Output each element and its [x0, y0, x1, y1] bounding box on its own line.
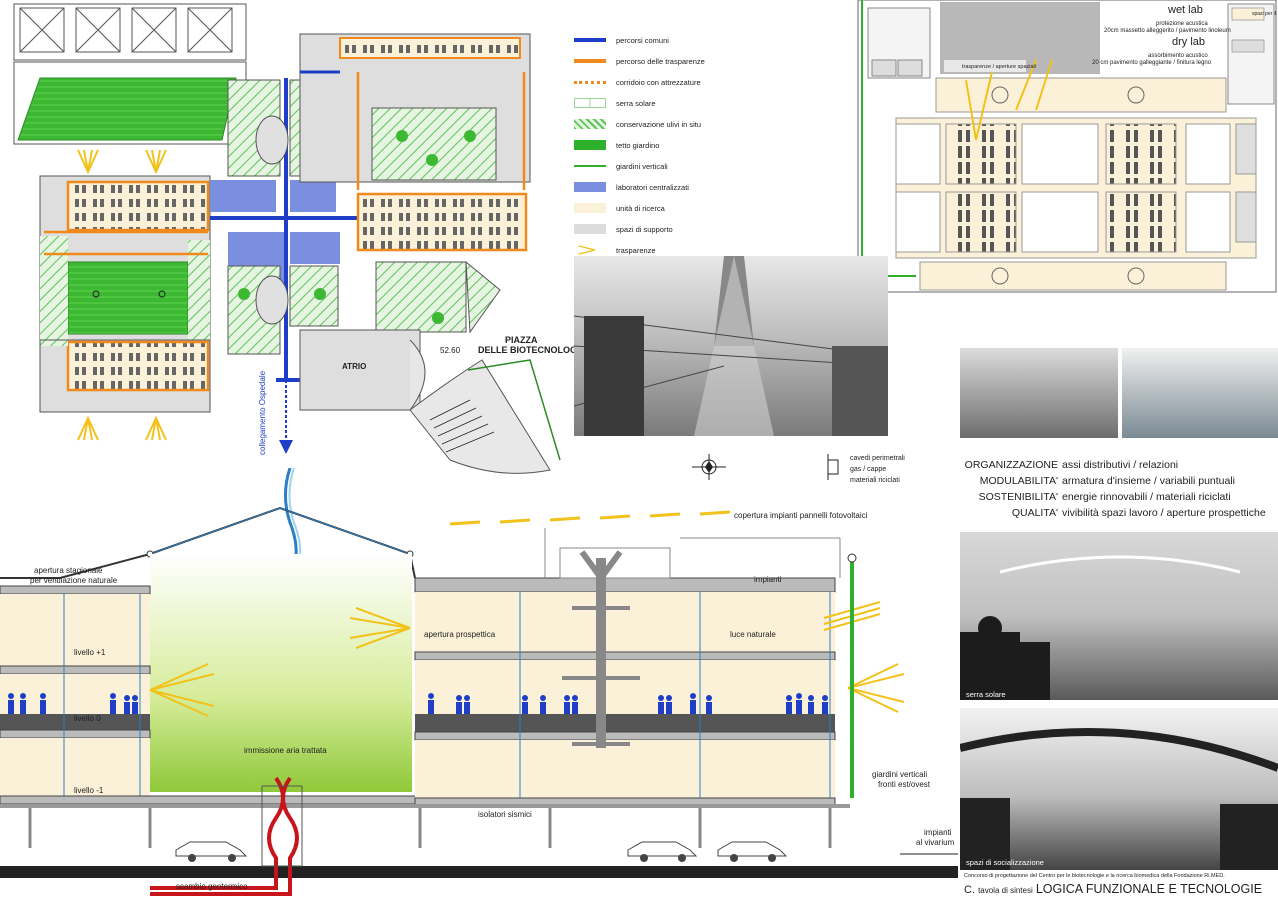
legend-swatch — [574, 38, 606, 42]
isolatori-label: isolatori sismici — [478, 810, 532, 819]
legend-swatch — [574, 182, 606, 192]
atrio-label: ATRIO — [342, 362, 367, 371]
legend-label: percorso delle trasparenze — [616, 56, 705, 66]
detail-plan — [857, 0, 1277, 293]
apertura-stagionale-2: per ventilazione naturale — [30, 576, 118, 585]
impianti-vivarium-2: al vivarium — [916, 838, 955, 847]
legend-row: tetto giardino — [574, 136, 659, 154]
piazza-label-1: PIAZZA — [505, 335, 538, 345]
trasparenze-caption: trasparenze / aperture spaziali — [962, 64, 1036, 70]
legend-label: trasparenze — [616, 245, 656, 255]
key-value: energie rinnovabili / materiali riciclat… — [1062, 491, 1231, 503]
title-tavola: tavola di sintesi — [978, 886, 1033, 895]
spazi-caption: spazi per il — [1252, 11, 1276, 17]
key-row: MODULABILITA' armatura d'insieme / variab… — [938, 475, 1278, 489]
chevron-icon — [578, 245, 596, 255]
serra-render — [960, 532, 1278, 700]
scambio-label: scambio geotermico — [176, 882, 248, 891]
wet-lab-label: wet lab — [1168, 4, 1203, 16]
socializzazione-render-art — [960, 728, 1278, 870]
legend-swatch — [574, 165, 606, 167]
livello-plus-1: livello +1 — [74, 648, 106, 657]
title-block: C. tavola di sintesi LOGICA FUNZIONALE E… — [964, 882, 1262, 896]
legend-swatch — [574, 203, 606, 213]
legend-label: corridoio con attrezzature — [616, 77, 701, 87]
socializzazione-render — [960, 708, 1278, 870]
legend-row: percorsi comuni — [574, 31, 669, 49]
walkway-render — [574, 256, 888, 436]
interior-render-2 — [1122, 348, 1278, 438]
impianti-label: impianti — [754, 575, 782, 584]
legend-swatch — [574, 224, 606, 234]
legend-label: percorsi comuni — [616, 35, 669, 45]
legend-row: conservazione ulivi in situ — [574, 115, 701, 133]
legend-label: spazi di supporto — [616, 224, 673, 234]
legend-label: conservazione ulivi in situ — [616, 119, 702, 129]
legend-row: unità di ricerca — [574, 199, 665, 217]
legend-swatch — [574, 98, 606, 108]
copertura-label: copertura impianti pannelli fotovoltaici — [734, 511, 868, 520]
dry-lab-label: dry lab — [1172, 36, 1206, 48]
site-plan — [13, 3, 561, 474]
elevation-label: 52.60 — [440, 346, 461, 355]
apertura-prospettica-label: apertura prospettica — [424, 630, 496, 639]
key-value: vivibilità spazi lavoro / aperture prosp… — [1062, 507, 1266, 519]
legend-row: giardini verticali — [574, 157, 668, 175]
concorso-text: Concorso di progettazione del Centro per… — [964, 873, 1225, 879]
legend-row: corridoio con attrezzature — [574, 73, 701, 91]
impianti-vivarium-1: impianti — [924, 828, 952, 837]
collegamento-label: collegamento Ospedale — [258, 370, 267, 455]
legend-swatch — [574, 80, 606, 84]
legend-label: giardini verticali — [616, 161, 668, 171]
piazza-label-2: DELLE BIOTECNOLOGIE — [478, 345, 586, 355]
legend-label: tetto giardino — [616, 140, 660, 150]
giardini-verticali-1: giardini verticali — [872, 770, 928, 779]
serra-render-art — [960, 555, 1241, 700]
legend-row: laboratori centralizzati — [574, 178, 689, 196]
interior-render-1 — [960, 348, 1118, 438]
key-value: armatura d'insieme / variabili puntuali — [1062, 475, 1236, 487]
livello-0: livello 0 — [74, 714, 101, 723]
legend-row: spazi di supporto — [574, 220, 673, 238]
dry-lab-note-2: 20 cm pavimento galleggiante / finitura … — [1092, 60, 1212, 66]
giardini-verticali-2: fronti est/ovest — [878, 780, 931, 789]
title-main: LOGICA FUNZIONALE E TECNOLOGIE — [1035, 882, 1263, 896]
legend-swatch — [574, 140, 606, 150]
legend-label: serra solare — [616, 98, 656, 108]
key-row: SOSTENIBILITA' energie rinnovabili / mate… — [938, 491, 1278, 505]
legend-label: laboratori centralizzati — [616, 182, 689, 192]
cavedi-line-1: cavedi perimetrali — [850, 455, 905, 462]
apertura-stagionale-1: apertura stagionale — [34, 566, 103, 575]
wet-lab-note-2: 20cm massetto alleggerito / pavimento li… — [1104, 28, 1231, 34]
luce-naturale-label: luce naturale — [730, 630, 776, 639]
legend-label: unità di ricerca — [616, 203, 665, 213]
building-section — [0, 468, 958, 896]
legend-row: percorso delle trasparenze — [574, 52, 705, 70]
key-value: assi distributivi / relazioni — [1062, 459, 1179, 471]
key-row: QUALITA' vivibilità spazi lavoro / apertu… — [938, 507, 1278, 521]
immissione-label: immissione aria trattata — [244, 746, 327, 755]
socializzazione-photo-label: spazi di socializzazione — [966, 858, 1044, 867]
title-prefix: C. — [964, 884, 975, 896]
serra-photo-label: serra solare — [966, 690, 1006, 699]
livello-minus-1: livello -1 — [74, 786, 104, 795]
legend-swatch — [574, 119, 606, 129]
legend-row: serra solare — [574, 94, 656, 112]
walkway-render-art — [574, 256, 888, 436]
key-row: ORGANIZZAZIONE assi distributivi / relazi… — [938, 459, 1278, 473]
legend-swatch — [574, 59, 606, 63]
